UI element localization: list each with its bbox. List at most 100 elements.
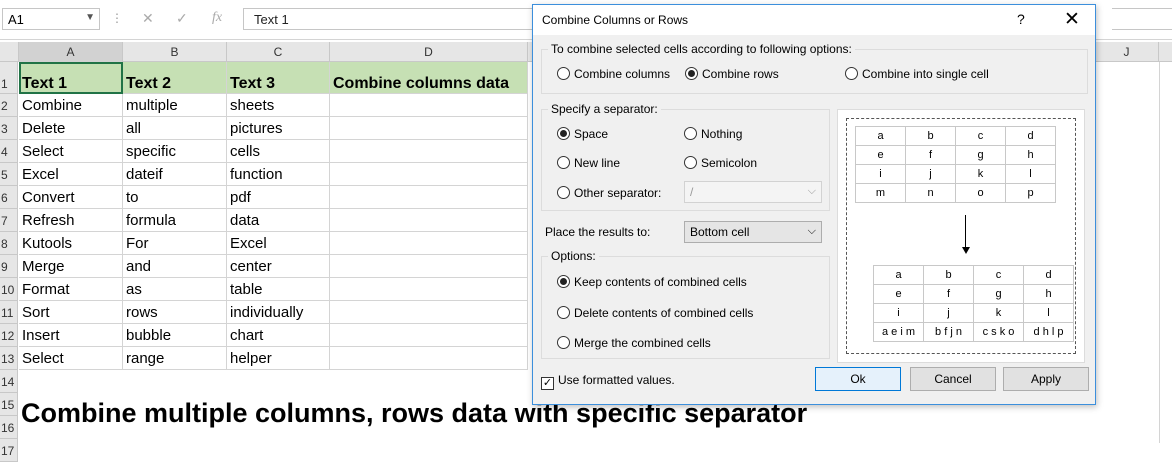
- header-cell[interactable]: Combine columns data: [330, 62, 528, 94]
- close-icon[interactable]: ✕: [1064, 8, 1080, 31]
- row-header[interactable]: 7: [0, 209, 18, 232]
- table-cell[interactable]: Format: [19, 278, 123, 301]
- fx-icon[interactable]: fx: [212, 10, 222, 26]
- row-header[interactable]: 4: [0, 140, 18, 163]
- column-header-c[interactable]: C: [227, 42, 330, 62]
- cancel-icon[interactable]: ✕: [142, 10, 154, 27]
- radio-combine-rows[interactable]: Combine rows: [685, 67, 779, 81]
- row-header[interactable]: 11: [0, 301, 18, 324]
- table-cell[interactable]: helper: [227, 347, 330, 370]
- table-cell[interactable]: sheets: [227, 94, 330, 117]
- column-header-d[interactable]: D: [330, 42, 528, 62]
- formula-input-right[interactable]: [1112, 8, 1172, 30]
- table-cell[interactable]: cells: [227, 140, 330, 163]
- row-header[interactable]: 15: [0, 393, 18, 416]
- row-header[interactable]: 2: [0, 94, 18, 117]
- table-cell[interactable]: chart: [227, 324, 330, 347]
- radio-semicolon[interactable]: Semicolon: [684, 156, 757, 170]
- row-header[interactable]: 3: [0, 117, 18, 140]
- table-cell[interactable]: specific: [123, 140, 227, 163]
- table-cell[interactable]: as: [123, 278, 227, 301]
- table-cell[interactable]: [330, 278, 528, 301]
- table-cell[interactable]: dateif: [123, 163, 227, 186]
- table-cell[interactable]: Select: [19, 140, 123, 163]
- row-header[interactable]: 8: [0, 232, 18, 255]
- header-cell[interactable]: Text 1: [19, 62, 123, 94]
- table-cell[interactable]: Refresh: [19, 209, 123, 232]
- table-cell[interactable]: pdf: [227, 186, 330, 209]
- row-header[interactable]: 5: [0, 163, 18, 186]
- table-cell[interactable]: Insert: [19, 324, 123, 347]
- row-header[interactable]: 16: [0, 416, 18, 439]
- table-cell[interactable]: [330, 140, 528, 163]
- table-cell[interactable]: Kutools: [19, 232, 123, 255]
- table-cell[interactable]: function: [227, 163, 330, 186]
- table-cell[interactable]: table: [227, 278, 330, 301]
- radio-merge-cells[interactable]: Merge the combined cells: [557, 336, 711, 350]
- radio-other-separator[interactable]: Other separator:: [557, 186, 661, 200]
- table-cell[interactable]: rows: [123, 301, 227, 324]
- table-cell[interactable]: [330, 232, 528, 255]
- table-cell[interactable]: [330, 163, 528, 186]
- radio-space[interactable]: Space: [557, 127, 608, 141]
- table-cell[interactable]: Excel: [19, 163, 123, 186]
- table-cell[interactable]: [330, 209, 528, 232]
- table-cell[interactable]: For: [123, 232, 227, 255]
- table-cell[interactable]: Delete: [19, 117, 123, 140]
- use-formatted-checkbox[interactable]: ✓ Use formatted values.: [541, 373, 675, 390]
- radio-keep-contents[interactable]: Keep contents of combined cells: [557, 275, 747, 289]
- row-header[interactable]: 12: [0, 324, 18, 347]
- chevron-down-icon[interactable]: ▼: [85, 12, 95, 23]
- row-header[interactable]: 10: [0, 278, 18, 301]
- table-cell[interactable]: pictures: [227, 117, 330, 140]
- table-cell[interactable]: Excel: [227, 232, 330, 255]
- row-header[interactable]: 1: [0, 62, 18, 94]
- radio-delete-contents[interactable]: Delete contents of combined cells: [557, 306, 753, 320]
- ok-button[interactable]: Ok: [815, 367, 901, 391]
- table-cell[interactable]: [330, 186, 528, 209]
- table-cell[interactable]: [330, 94, 528, 117]
- radio-combine-single-cell[interactable]: Combine into single cell: [845, 67, 989, 81]
- formula-input[interactable]: Text 1: [243, 8, 543, 30]
- column-header-j[interactable]: J: [1095, 42, 1159, 62]
- table-cell[interactable]: Merge: [19, 255, 123, 278]
- table-cell[interactable]: range: [123, 347, 227, 370]
- table-cell[interactable]: Sort: [19, 301, 123, 324]
- table-cell[interactable]: to: [123, 186, 227, 209]
- table-cell[interactable]: formula: [123, 209, 227, 232]
- radio-combine-columns[interactable]: Combine columns: [557, 67, 670, 81]
- table-cell[interactable]: [330, 324, 528, 347]
- place-results-select[interactable]: Bottom cell ⌵: [684, 221, 822, 243]
- table-cell[interactable]: Convert: [19, 186, 123, 209]
- radio-nothing[interactable]: Nothing: [684, 127, 742, 141]
- help-icon[interactable]: ?: [1017, 11, 1025, 27]
- enter-icon[interactable]: ✓: [176, 10, 188, 27]
- table-cell[interactable]: and: [123, 255, 227, 278]
- table-cell[interactable]: individually: [227, 301, 330, 324]
- row-header[interactable]: 13: [0, 347, 18, 370]
- row-header[interactable]: 9: [0, 255, 18, 278]
- table-cell[interactable]: [330, 301, 528, 324]
- cancel-button[interactable]: Cancel: [910, 367, 996, 391]
- column-header-a[interactable]: A: [19, 42, 123, 62]
- table-cell[interactable]: [330, 347, 528, 370]
- other-separator-input[interactable]: / ⌵: [684, 181, 822, 203]
- table-cell[interactable]: [330, 255, 528, 278]
- table-cell[interactable]: all: [123, 117, 227, 140]
- row-header[interactable]: 17: [0, 439, 18, 462]
- name-box[interactable]: A1 ▼: [2, 8, 100, 30]
- radio-new-line[interactable]: New line: [557, 156, 620, 170]
- column-header-b[interactable]: B: [123, 42, 227, 62]
- table-cell[interactable]: data: [227, 209, 330, 232]
- header-cell[interactable]: Text 3: [227, 62, 330, 94]
- select-all-corner[interactable]: [0, 42, 19, 62]
- table-cell[interactable]: center: [227, 255, 330, 278]
- table-cell[interactable]: [330, 117, 528, 140]
- table-cell[interactable]: Combine: [19, 94, 123, 117]
- row-header[interactable]: 6: [0, 186, 18, 209]
- table-cell[interactable]: bubble: [123, 324, 227, 347]
- apply-button[interactable]: Apply: [1003, 367, 1089, 391]
- table-cell[interactable]: Select: [19, 347, 123, 370]
- row-header[interactable]: 14: [0, 370, 18, 393]
- table-cell[interactable]: multiple: [123, 94, 227, 117]
